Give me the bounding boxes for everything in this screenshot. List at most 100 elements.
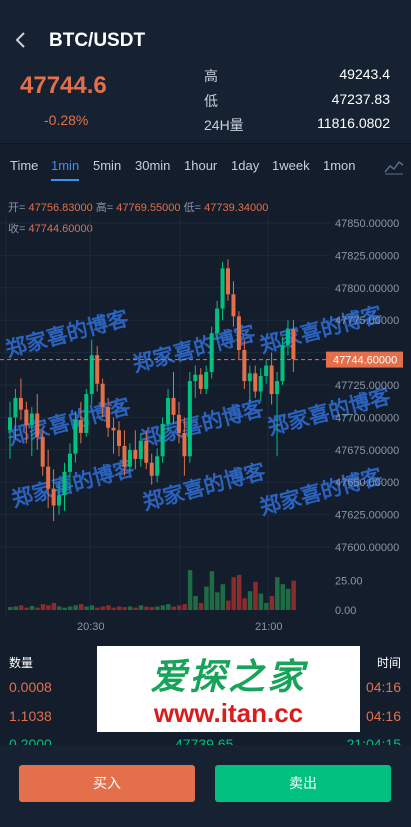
tab-time[interactable]: Time: [10, 158, 38, 173]
volume-bar: [100, 606, 106, 610]
trade-amount: 0.2000: [9, 736, 52, 745]
volume-bar: [67, 606, 73, 610]
volume-bar: [138, 605, 144, 610]
price-tick-label: 47600.00000: [335, 542, 399, 554]
volume-bar: [264, 602, 269, 610]
candle-body: [171, 397, 176, 415]
price-tick-label: 47800.00000: [335, 283, 399, 295]
candle-body: [117, 430, 121, 446]
watermark-text: 郑家喜的博客: [257, 302, 386, 358]
candle-body: [182, 432, 187, 457]
tab-1mon[interactable]: 1mon: [323, 158, 356, 173]
volume-bar: [89, 605, 95, 610]
ad-banner[interactable]: 爱探之家 www.itan.cc: [97, 646, 360, 732]
volume-bar: [160, 605, 166, 610]
candle-body: [187, 381, 192, 457]
tab-5min[interactable]: 5min: [93, 158, 121, 173]
candle-body: [275, 381, 280, 395]
volume-bar: [149, 607, 155, 610]
candle-body: [40, 436, 45, 467]
indicator-icon[interactable]: [384, 159, 404, 175]
high-label: 高: [204, 68, 218, 84]
candle-body: [247, 373, 252, 382]
volume-bar: [18, 605, 24, 610]
tab-1hour[interactable]: 1hour: [184, 158, 217, 173]
ticker-panel: 47744.6 -0.28% 高 49243.4 低 47237.83 24H量…: [0, 56, 411, 144]
volume-bar: [46, 605, 51, 610]
volume-bar: [35, 607, 40, 610]
tab-30min[interactable]: 30min: [135, 158, 170, 173]
volume-bar: [62, 607, 67, 610]
volume-bar: [226, 600, 231, 610]
last-price: 47744.6: [20, 72, 107, 99]
volume-bar: [84, 606, 89, 610]
time-tick-label: 21:00: [255, 621, 283, 633]
page-title: BTC/USDT: [49, 30, 146, 51]
candle-body: [138, 440, 143, 459]
tab-1min[interactable]: 1min: [51, 158, 80, 181]
volume-bar: [171, 606, 176, 610]
volume-bar: [40, 604, 46, 610]
candle-body: [285, 329, 290, 345]
candle-body: [100, 383, 105, 408]
candle-body: [193, 374, 198, 382]
volume-bar: [95, 607, 100, 610]
volume-bar: [220, 584, 226, 610]
volume-bar: [193, 595, 198, 610]
candle-body: [231, 294, 236, 317]
volume-bar: [24, 607, 29, 610]
ad-url: www.itan.cc: [153, 698, 304, 728]
candle-body: [280, 344, 285, 382]
price-tick-label: 47725.00000: [335, 380, 399, 392]
high-value: 49243.4: [339, 66, 390, 82]
candle-body: [89, 355, 94, 395]
candle-body: [13, 397, 18, 418]
watermark-text: 郑家喜的博客: [3, 306, 132, 362]
price-tick-label: 47625.00000: [335, 510, 399, 522]
candle-body: [220, 268, 225, 309]
volume-bar: [166, 604, 171, 610]
volume-bar: [198, 602, 204, 610]
sell-button[interactable]: 卖出: [215, 765, 391, 802]
price-tick-label: 47675.00000: [335, 445, 399, 457]
volume-bar: [182, 604, 187, 610]
candle-body: [155, 456, 160, 476]
candle-body: [269, 365, 274, 395]
volume-bar: [242, 598, 247, 610]
candle-body: [106, 407, 111, 428]
candle-body: [62, 471, 67, 496]
kline-chart[interactable]: 开= 47756.83000 高= 47769.55000 低= 47739.3…: [0, 185, 411, 645]
trade-amount: 1.1038: [9, 708, 52, 724]
candle-body: [18, 397, 23, 410]
candle-body: [29, 413, 34, 426]
candle-body: [122, 445, 127, 467]
volume-value: 11816.0802: [317, 115, 390, 131]
candle-body: [149, 462, 154, 476]
volume-bar: [258, 593, 264, 610]
volume-bar: [51, 602, 57, 610]
volume-bar: [29, 605, 35, 610]
candle-body: [204, 372, 209, 389]
volume-bar: [209, 571, 215, 610]
back-arrow-icon[interactable]: [14, 30, 28, 50]
tab-1week[interactable]: 1week: [272, 158, 310, 173]
candle-body: [258, 375, 263, 392]
candle-body: [78, 419, 83, 433]
price-tick-label: 47775.00000: [335, 315, 399, 327]
price-tick-label: 47700.00000: [335, 412, 399, 424]
trade-time: 21:04:15: [346, 736, 402, 745]
trade-price: 47739.65: [175, 736, 234, 745]
volume-bar: [78, 604, 84, 610]
volume-bar: [275, 577, 280, 610]
time-header: 时间: [376, 656, 401, 670]
candle-body: [35, 413, 40, 437]
candle-body: [209, 333, 214, 373]
ad-logo: 爱探之家: [150, 656, 307, 698]
amount-header: 数量: [9, 656, 34, 670]
volume-bar: [13, 606, 18, 610]
buy-button[interactable]: 买入: [19, 765, 195, 802]
tab-1day[interactable]: 1day: [231, 158, 259, 173]
candle-body: [51, 488, 56, 506]
candle-body: [264, 365, 269, 376]
candle-body: [160, 423, 165, 457]
